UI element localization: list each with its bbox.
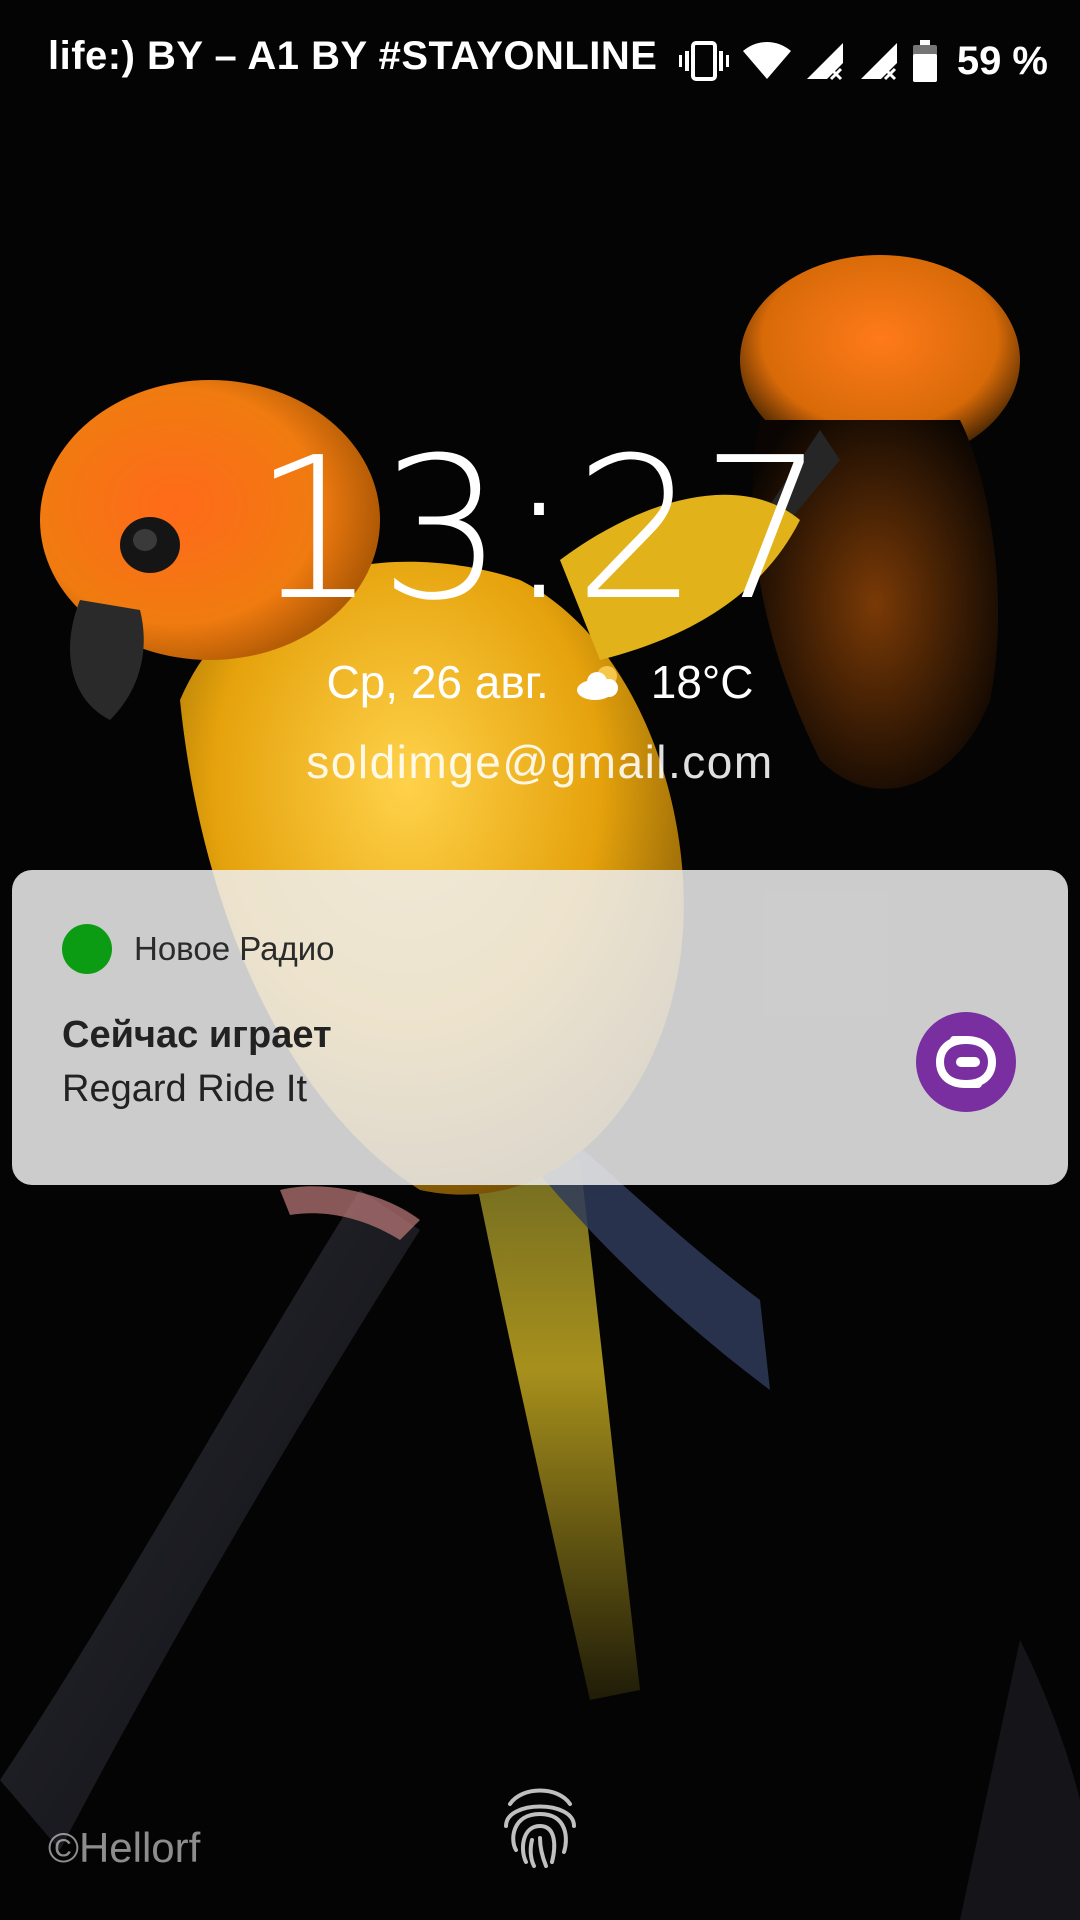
app-icon [62, 924, 112, 974]
fingerprint-icon[interactable] [498, 1780, 582, 1870]
signal-sim2-icon [860, 43, 897, 81]
temperature-label: 18°C [650, 656, 754, 708]
status-icons: 59 % [678, 36, 1048, 86]
wallpaper-credit: ©Hellorf [48, 1824, 201, 1871]
notification-text: Regard Ride It [62, 1068, 308, 1110]
owner-info: soldimge@gmail.com [306, 736, 774, 788]
media-notification[interactable]: Новое Радио Сейчас играет Regard Ride It [12, 870, 1068, 1185]
radio-logo-icon [916, 1012, 1016, 1112]
vibrate-icon [678, 41, 729, 81]
date-weather-row[interactable]: Ср, 26 авг. 18°C [0, 655, 1080, 709]
signal-sim1-icon [806, 43, 843, 81]
notification-app-name: Новое Радио [134, 930, 335, 967]
status-bar: life:) BY – A1 BY #STAYONLINE 59 % [0, 0, 1080, 120]
date-label: Ср, 26 авг. [326, 656, 549, 708]
battery-percent: 59 % [956, 38, 1048, 83]
carrier-label: life:) BY – A1 BY #STAYONLINE [48, 34, 658, 78]
partly-cloudy-icon [576, 666, 618, 700]
notification-title: Сейчас играет [62, 1014, 332, 1056]
lock-screen: life:) BY – A1 BY #STAYONLINE 59 % 13:27… [0, 0, 1080, 1920]
battery-icon [912, 40, 937, 82]
clock-time: 13:27 [252, 416, 828, 644]
wifi-icon [742, 42, 791, 79]
